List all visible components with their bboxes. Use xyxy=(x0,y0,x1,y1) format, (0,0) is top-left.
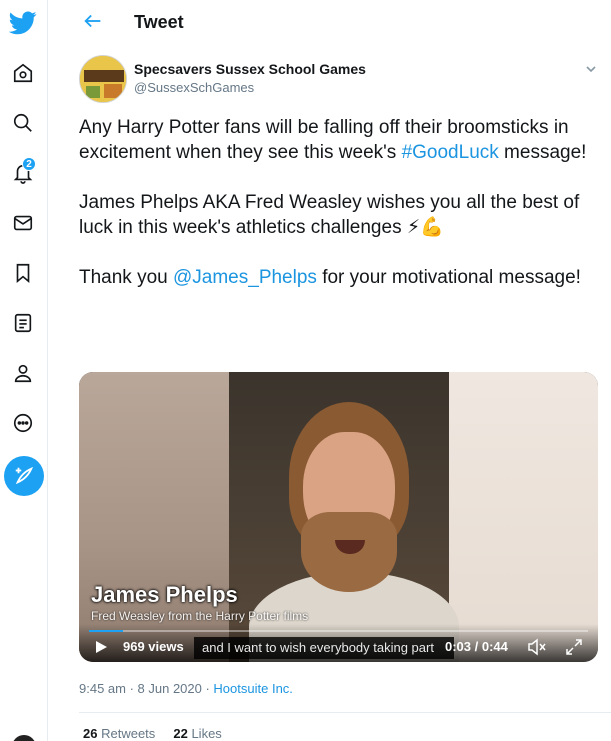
twitter-bird-icon[interactable] xyxy=(6,6,40,40)
lists-icon[interactable] xyxy=(6,306,40,340)
notification-badge: 2 xyxy=(22,157,36,171)
home-icon[interactable] xyxy=(6,56,40,90)
author-name[interactable]: Specsavers Sussex School Games xyxy=(134,61,366,77)
meta-separator: · xyxy=(201,681,214,696)
likes-count: 22 xyxy=(173,726,188,741)
video-controls: 969 views and I want to wish everybody t… xyxy=(79,624,598,662)
text-span: for your motivational message! xyxy=(316,267,581,288)
account-avatar[interactable] xyxy=(12,735,36,741)
tweet-source-link[interactable]: Hootsuite Inc. xyxy=(213,681,293,696)
mention-link[interactable]: @James_Phelps xyxy=(173,267,317,288)
compose-tweet-icon[interactable] xyxy=(4,456,44,496)
video-progress-bar[interactable] xyxy=(89,630,588,632)
video-progress-fill xyxy=(89,630,123,632)
text-span: Thank you xyxy=(79,267,173,288)
video-overlay-subtitle: Fred Weasley from the Harry Potter films xyxy=(91,609,309,623)
tweet-text: Any Harry Potter fans will be falling of… xyxy=(79,115,604,315)
fullscreen-icon[interactable] xyxy=(565,638,583,656)
divider xyxy=(79,712,611,713)
text-span: message! xyxy=(498,142,587,163)
sidebar: 2 xyxy=(0,0,48,741)
search-icon[interactable] xyxy=(6,106,40,140)
mute-icon[interactable] xyxy=(527,638,547,656)
video-frame-right xyxy=(449,372,598,662)
video-player[interactable]: James Phelps Fred Weasley from the Harry… xyxy=(79,372,598,662)
page-title: Tweet xyxy=(134,12,184,32)
likes-label: Likes xyxy=(191,726,222,741)
tweet-timestamp[interactable]: 9:45 am · 8 Jun 2020 xyxy=(79,681,202,696)
tweet-paragraph: Any Harry Potter fans will be falling of… xyxy=(79,115,604,165)
profile-icon[interactable] xyxy=(6,356,40,390)
video-views: 969 views xyxy=(123,639,184,654)
page-header: Tweet xyxy=(62,0,611,44)
play-icon[interactable] xyxy=(93,639,109,655)
retweets-count: 26 xyxy=(83,726,98,741)
tweet-paragraph: James Phelps AKA Fred Weasley wishes you… xyxy=(79,192,580,238)
video-overlay-name: James Phelps xyxy=(91,582,238,607)
author-handle[interactable]: @SussexSchGames xyxy=(134,80,254,95)
more-icon[interactable] xyxy=(6,406,40,440)
notifications-icon[interactable]: 2 xyxy=(6,156,40,190)
video-caption: and I want to wish everybody taking part xyxy=(194,637,454,659)
hashtag-link[interactable]: #GoodLuck xyxy=(402,142,499,163)
tweet-paragraph: Thank you @James_Phelps for your motivat… xyxy=(79,265,604,290)
likes-stat[interactable]: 22 Likes xyxy=(173,726,221,741)
video-time: 0:03 / 0:44 xyxy=(445,639,508,654)
bookmarks-icon[interactable] xyxy=(6,256,40,290)
messages-icon[interactable] xyxy=(6,206,40,240)
back-arrow-icon[interactable] xyxy=(82,10,106,34)
retweets-stat[interactable]: 26 Retweets xyxy=(83,726,155,741)
author-avatar[interactable] xyxy=(79,55,127,103)
retweets-label: Retweets xyxy=(101,726,156,741)
tweet-detail: Tweet Specsavers Sussex School Games @Su… xyxy=(62,0,611,741)
tweet-stats: 26 Retweets 22 Likes xyxy=(83,726,222,741)
chevron-down-icon[interactable] xyxy=(584,62,598,76)
tweet-meta: 9:45 am · 8 Jun 2020 · Hootsuite Inc. xyxy=(79,681,293,696)
